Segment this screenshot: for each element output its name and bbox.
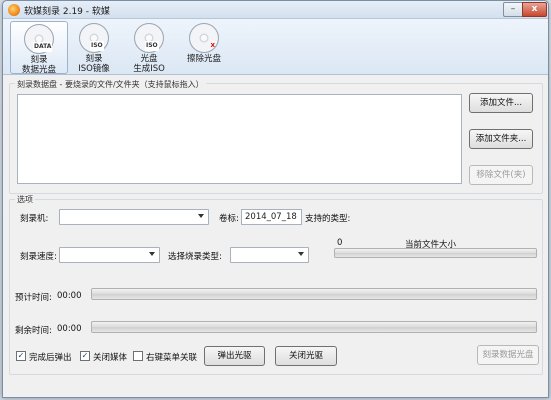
erase-disc-icon: x <box>189 23 219 53</box>
tool-erase-disc[interactable]: x 擦除光盘 <box>175 21 233 74</box>
tool-burn-data-disc[interactable]: DATA 刻录 数据光盘 <box>10 21 68 75</box>
remaining-progress-bar <box>91 321 537 333</box>
tool-label: 刻录 <box>85 54 103 64</box>
burn-data-disc-button[interactable]: 刻录数据光盘 <box>477 345 539 365</box>
tool-label: 数据光盘 <box>21 65 56 75</box>
tool-label: 刻录 <box>30 55 48 65</box>
tool-label: 光盘 <box>140 54 158 64</box>
options-group-title: 选项 <box>15 194 35 205</box>
tool-make-iso[interactable]: ISO 光盘 生成ISO <box>120 21 178 74</box>
tool-label: 生成ISO <box>133 64 165 74</box>
close-disc-button[interactable]: 关闭光驱 <box>275 346 337 366</box>
volume-input[interactable]: 2014_07_18 <box>241 209 302 225</box>
iso-disc-icon: ISO <box>79 23 109 53</box>
eta-value: 00:00 <box>57 291 82 301</box>
add-folder-button[interactable]: 添加文件夹... <box>469 129 533 149</box>
chevron-down-icon <box>298 252 304 256</box>
eject-after-label: 完成后弹出 <box>29 353 72 363</box>
tool-label: ISO镜像 <box>78 64 110 74</box>
remove-file-button[interactable]: 移除文件(夹) <box>469 165 533 185</box>
volume-label: 卷标: <box>219 214 239 224</box>
burn-type-label: 选择烧录类型: <box>168 252 222 262</box>
toolbar: DATA 刻录 数据光盘 ISO 刻录 ISO镜像 ISO 光盘 生成ISO x… <box>3 19 548 75</box>
close-media-checkbox[interactable]: ✓ <box>80 351 90 361</box>
eta-label: 预计时间: <box>15 293 52 303</box>
file-size-value: 0 <box>337 238 343 248</box>
title-bar: 软媒刻录 2.19 - 软媒 – x <box>3 1 548 19</box>
file-list[interactable] <box>17 94 462 184</box>
context-menu-checkbox[interactable] <box>133 351 143 361</box>
remaining-value: 00:00 <box>57 324 82 334</box>
burn-data-group-title: 刻录数据盘 - 要烧录的文件/文件夹（支持鼠标拖入） <box>15 79 206 90</box>
chevron-down-icon <box>198 214 204 218</box>
eject-disc-button[interactable]: 弹出光驱 <box>204 346 265 366</box>
speed-label: 刻录速度: <box>20 252 57 262</box>
burner-select[interactable] <box>59 209 209 225</box>
minimize-button[interactable]: – <box>503 2 523 17</box>
add-file-button[interactable]: 添加文件... <box>469 93 533 113</box>
window-title: 软媒刻录 2.19 - 软媒 <box>24 7 110 17</box>
speed-select[interactable] <box>59 247 160 263</box>
app-icon <box>8 4 20 16</box>
tool-burn-iso[interactable]: ISO 刻录 ISO镜像 <box>65 21 123 74</box>
close-button[interactable]: x <box>522 2 547 17</box>
app-window: 软媒刻录 2.19 - 软媒 – x DATA 刻录 数据光盘 ISO 刻录 I… <box>2 0 549 398</box>
eta-progress-bar <box>91 288 537 300</box>
tool-label: 擦除光盘 <box>186 54 221 64</box>
iso-disc-icon: ISO <box>134 23 164 53</box>
context-menu-label: 右键菜单关联 <box>146 353 198 363</box>
data-disc-icon: DATA <box>24 24 54 54</box>
file-size-bar <box>334 248 537 258</box>
close-media-label: 关闭媒体 <box>93 353 128 363</box>
eject-after-checkbox[interactable]: ✓ <box>16 351 26 361</box>
chevron-down-icon <box>149 252 155 256</box>
burn-type-select[interactable] <box>230 247 309 263</box>
burner-label: 刻录机: <box>20 214 49 224</box>
remaining-label: 剩余时间: <box>15 326 52 336</box>
supported-types-label: 支持的类型: <box>305 214 351 224</box>
